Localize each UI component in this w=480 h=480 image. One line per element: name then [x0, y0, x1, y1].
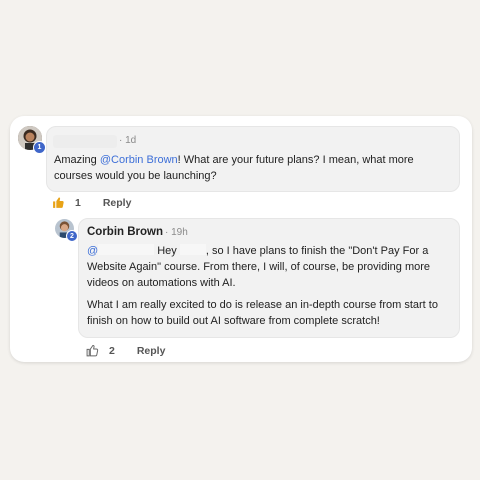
- reply-bubble: Corbin Brown · 19h @ Hey , so I have pla…: [78, 218, 460, 338]
- thumbs-up-outline-icon: [86, 344, 99, 357]
- comment-actions: 1 Reply: [52, 196, 131, 209]
- commenter-level-badge: 1: [33, 141, 46, 154]
- reply-actions: 2 Reply: [86, 344, 165, 357]
- commenter-avatar[interactable]: 1: [18, 126, 46, 154]
- mention-name-redacted: [98, 244, 155, 255]
- reply-like-button[interactable]: [86, 344, 99, 357]
- reply-timestamp: · 19h: [165, 227, 188, 238]
- mention-link[interactable]: @Corbin Brown: [100, 154, 178, 166]
- comment-card: 1 · 1d Amazing @Corbin Brown! What are y…: [10, 116, 472, 362]
- comment-text: Amazing @Corbin Brown! What are your fut…: [54, 152, 449, 184]
- comment-bubble: · 1d Amazing @Corbin Brown! What are you…: [46, 126, 460, 192]
- reply-paragraph-1: @ Hey , so I have plans to finish the "D…: [87, 243, 453, 291]
- reply-mention-link[interactable]: @: [87, 244, 155, 257]
- reply-greeting: Hey: [157, 245, 177, 257]
- like-button[interactable]: [52, 196, 65, 209]
- comment-text-start: Amazing: [54, 154, 100, 166]
- reply-button[interactable]: Reply: [103, 197, 132, 209]
- comment-timestamp: · 1d: [119, 135, 137, 146]
- reply-like-count: 2: [109, 344, 115, 357]
- commenter-name-redacted: [53, 135, 117, 148]
- reply-author-level-badge: 2: [66, 230, 78, 242]
- thumbs-up-icon: [53, 197, 64, 208]
- reply-author-name[interactable]: Corbin Brown: [87, 226, 163, 238]
- reply-author-avatar[interactable]: 2: [55, 219, 78, 242]
- mention-prefix: @: [87, 245, 99, 257]
- reply-reply-button[interactable]: Reply: [137, 345, 166, 357]
- greeting-name-redacted: [179, 244, 206, 255]
- like-count: 1: [75, 196, 81, 209]
- reply-paragraph-2: What I am really excited to do is releas…: [87, 299, 438, 327]
